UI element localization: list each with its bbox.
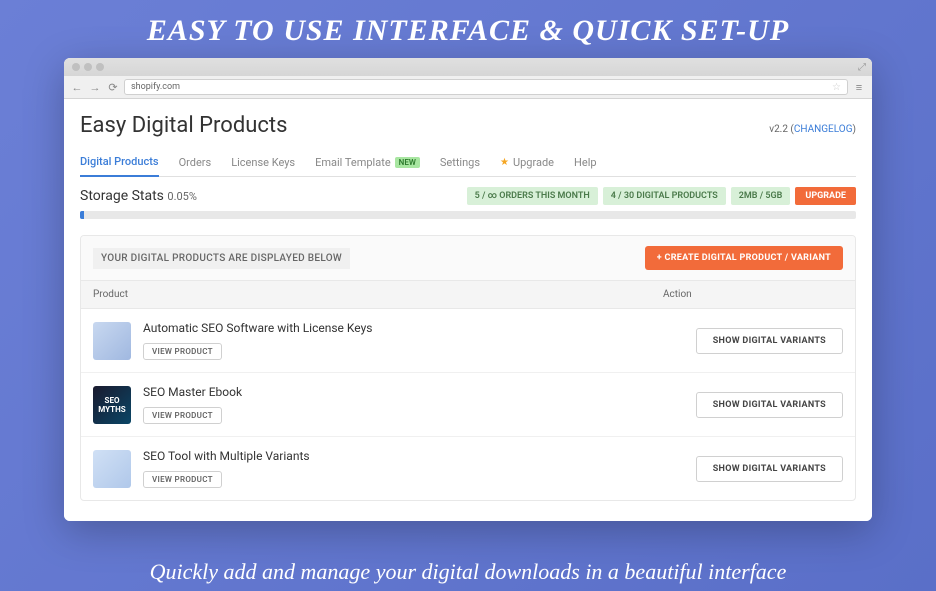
stat-storage: 2MB / 5GB (731, 187, 791, 205)
reload-button[interactable]: ⟳ (106, 80, 120, 94)
expand-icon[interactable]: ⤢ (858, 62, 866, 73)
tab-help[interactable]: Help (574, 148, 597, 176)
banner-title: EASY TO USE INTERFACE & QUICK SET-UP (0, 0, 936, 58)
stats-row: Storage Stats 0.05% 5 / ∞ ORDERS THIS MO… (80, 177, 856, 211)
product-name: SEO Master Ebook (143, 385, 696, 399)
tab-digital-products[interactable]: Digital Products (80, 148, 159, 177)
menu-button[interactable]: ≡ (852, 80, 866, 94)
minimize-icon[interactable] (84, 63, 92, 71)
maximize-icon[interactable] (96, 63, 104, 71)
app-version: v2.2 (CHANGELOG) (769, 124, 856, 135)
table-row: SEO Tool with Multiple Variants VIEW PRO… (81, 437, 855, 500)
stat-orders: 5 / ∞ ORDERS THIS MONTH (467, 187, 598, 205)
view-product-button[interactable]: VIEW PRODUCT (143, 343, 222, 360)
new-badge: NEW (395, 157, 420, 168)
product-thumbnail (93, 322, 131, 360)
back-button[interactable]: ← (70, 80, 84, 94)
stat-products: 4 / 30 DIGITAL PRODUCTS (603, 187, 726, 205)
product-info: SEO Master Ebook VIEW PRODUCT (143, 385, 696, 424)
tab-upgrade[interactable]: ★ Upgrade (500, 148, 554, 176)
storage-progress-bar (80, 211, 856, 219)
tab-email-template[interactable]: Email Template NEW (315, 148, 420, 176)
products-card: YOUR DIGITAL PRODUCTS ARE DISPLAYED BELO… (80, 235, 856, 501)
product-thumbnail (93, 450, 131, 488)
app-header: Easy Digital Products v2.2 (CHANGELOG) (80, 113, 856, 138)
product-thumbnail: SEO MYTHS (93, 386, 131, 424)
show-variants-button[interactable]: SHOW DIGITAL VARIANTS (696, 456, 843, 482)
table-row: Automatic SEO Software with License Keys… (81, 309, 855, 373)
tab-orders[interactable]: Orders (179, 148, 212, 176)
show-variants-button[interactable]: SHOW DIGITAL VARIANTS (696, 392, 843, 418)
product-name: Automatic SEO Software with License Keys (143, 321, 696, 335)
product-info: Automatic SEO Software with License Keys… (143, 321, 696, 360)
show-variants-button[interactable]: SHOW DIGITAL VARIANTS (696, 328, 843, 354)
browser-titlebar: ⤢ (64, 58, 872, 76)
col-action-header: Action (663, 289, 843, 300)
browser-chrome: ⤢ ← → ⟳ shopify.com ☆ ≡ (64, 58, 872, 99)
create-product-button[interactable]: + CREATE DIGITAL PRODUCT / VARIANT (645, 246, 843, 270)
forward-button[interactable]: → (88, 80, 102, 94)
bookmark-star-icon[interactable]: ☆ (832, 82, 841, 93)
progress-fill (80, 211, 84, 219)
close-icon[interactable] (72, 63, 80, 71)
url-text: shopify.com (131, 82, 180, 92)
url-bar[interactable]: shopify.com ☆ (124, 79, 848, 95)
app-title: Easy Digital Products (80, 113, 287, 138)
star-icon: ★ (500, 157, 509, 168)
col-product-header: Product (93, 289, 663, 300)
products-notice: YOUR DIGITAL PRODUCTS ARE DISPLAYED BELO… (93, 248, 350, 269)
tabs: Digital Products Orders License Keys Ema… (80, 148, 856, 177)
app-content: Easy Digital Products v2.2 (CHANGELOG) D… (64, 99, 872, 521)
changelog-link[interactable]: CHANGELOG (794, 124, 853, 135)
view-product-button[interactable]: VIEW PRODUCT (143, 471, 222, 488)
storage-stats: Storage Stats 0.05% (80, 188, 197, 204)
upgrade-button[interactable]: UPGRADE (795, 187, 856, 205)
product-name: SEO Tool with Multiple Variants (143, 449, 696, 463)
view-product-button[interactable]: VIEW PRODUCT (143, 407, 222, 424)
banner-subtitle: Quickly add and manage your digital down… (0, 559, 936, 585)
table-header: Product Action (81, 280, 855, 309)
traffic-lights (72, 63, 104, 71)
browser-toolbar: ← → ⟳ shopify.com ☆ ≡ (64, 76, 872, 98)
tab-license-keys[interactable]: License Keys (231, 148, 295, 176)
tab-settings[interactable]: Settings (440, 148, 480, 176)
browser-window: ⤢ ← → ⟳ shopify.com ☆ ≡ Easy Digital Pro… (64, 58, 872, 521)
table-row: SEO MYTHS SEO Master Ebook VIEW PRODUCT … (81, 373, 855, 437)
product-info: SEO Tool with Multiple Variants VIEW PRO… (143, 449, 696, 488)
card-header: YOUR DIGITAL PRODUCTS ARE DISPLAYED BELO… (81, 236, 855, 280)
stat-badges: 5 / ∞ ORDERS THIS MONTH 4 / 30 DIGITAL P… (467, 187, 856, 205)
